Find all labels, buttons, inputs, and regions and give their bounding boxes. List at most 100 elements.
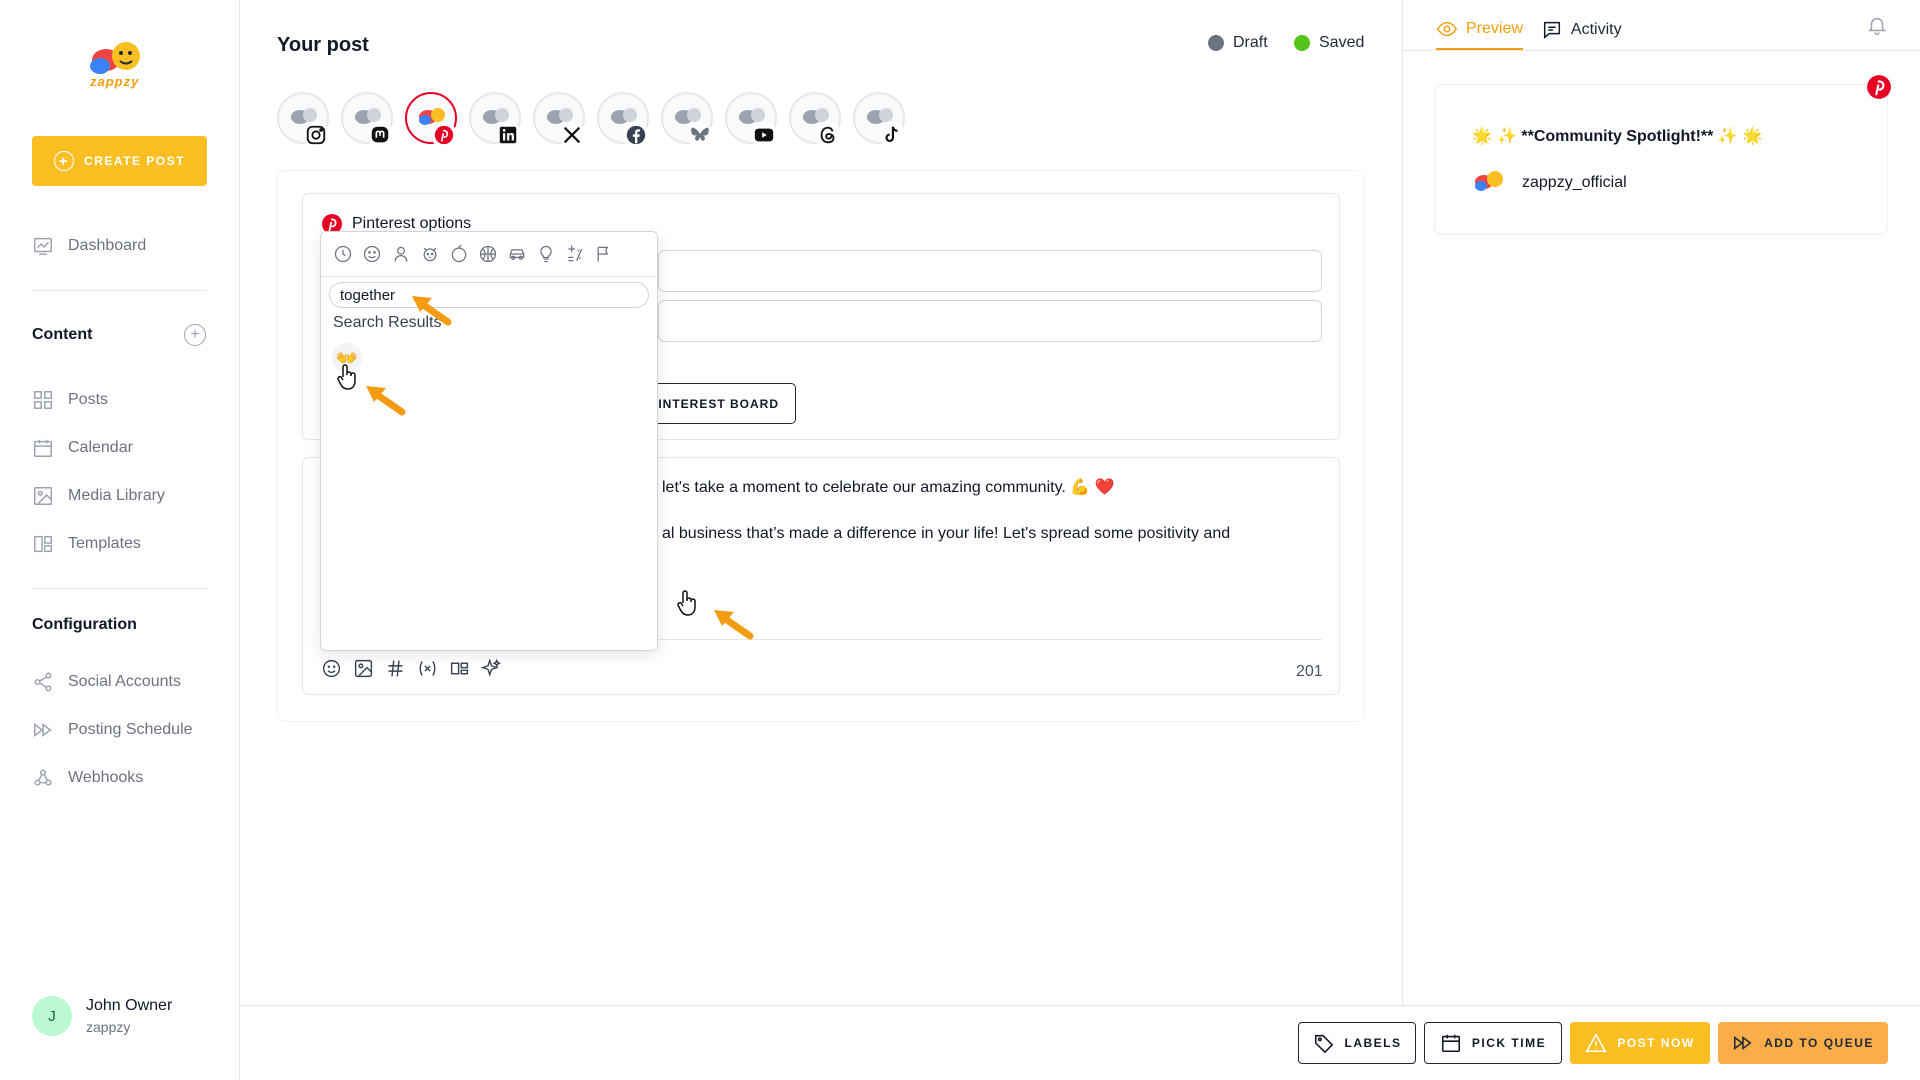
user-profile[interactable]: J John Owner zappzy [32, 996, 172, 1036]
linkedin-badge [495, 122, 521, 148]
channel-pinterest[interactable] [405, 92, 457, 148]
preview-emoji: 🌟 ✨ [1472, 126, 1517, 145]
bell-icon[interactable] [1866, 14, 1888, 36]
add-content-icon[interactable]: + [184, 324, 206, 346]
editor-toolbar [320, 657, 502, 679]
person-icon[interactable] [391, 244, 411, 264]
character-count: 201 [1296, 663, 1323, 680]
lightbulb-icon[interactable] [536, 244, 556, 264]
preview-username: zappzy_official [1522, 174, 1627, 191]
linkedin-icon [499, 126, 517, 144]
sidebar-item-dashboard[interactable]: Dashboard [32, 234, 146, 258]
sidebar-item-calendar[interactable]: Calendar [32, 436, 133, 460]
eye-icon [1436, 21, 1458, 37]
tab-label: Activity [1570, 21, 1622, 38]
channel-linkedin[interactable] [469, 92, 521, 148]
tab-label: Preview [1466, 20, 1523, 37]
avatar: J [32, 996, 72, 1036]
x-badge [559, 122, 585, 148]
create-post-button[interactable]: + CREATE POST [32, 136, 207, 186]
share-icon [34, 672, 52, 692]
car-icon[interactable] [507, 244, 527, 264]
sidebar-item-label: Posts [68, 391, 109, 408]
sidebar-item-templates[interactable]: Templates [32, 532, 141, 556]
content-section-title: Content [32, 326, 93, 343]
channel-tiktok[interactable] [853, 92, 905, 148]
dashboard-icon [34, 237, 52, 255]
ai-assist-button[interactable] [480, 657, 502, 679]
youtube-icon [754, 128, 774, 142]
hashtag-button[interactable] [384, 657, 406, 679]
channel-youtube[interactable] [725, 92, 777, 148]
select-board-button[interactable]: INTEREST BOARD [650, 383, 796, 424]
post-now-label: POST NOW [1617, 1036, 1695, 1050]
mastodon-icon [371, 126, 389, 143]
sidebar-item-label: Media Library [68, 487, 165, 504]
calendar-icon [1441, 1034, 1460, 1053]
emoji-button[interactable] [320, 657, 342, 679]
clock-icon[interactable] [333, 244, 353, 264]
emoji-picker: Search Results 👐 [320, 231, 658, 651]
channel-selector [277, 92, 905, 148]
calendar-icon [34, 439, 52, 457]
instagram-badge [303, 122, 329, 148]
instagram-icon [306, 125, 326, 145]
warning-icon [1585, 1033, 1607, 1053]
insert-image-button[interactable] [352, 657, 374, 679]
pinterest-icon [434, 125, 454, 145]
editor-line: let's take a moment to celebrate our ama… [662, 479, 1115, 496]
sidebar-item-social-accounts[interactable]: Social Accounts [32, 670, 181, 694]
post-preview-card [1434, 84, 1888, 234]
channel-bluesky[interactable] [661, 92, 713, 148]
preview-emoji: ✨ 🌟 [1717, 126, 1763, 145]
tab-activity[interactable]: Activity [1541, 18, 1622, 50]
status-label: Saved [1319, 34, 1365, 51]
status-label: Draft [1233, 34, 1268, 51]
user-name: John Owner [86, 997, 173, 1014]
sidebar-item-webhooks[interactable]: Webhooks [32, 766, 143, 790]
channel-threads[interactable] [789, 92, 841, 148]
channel-x[interactable] [533, 92, 585, 148]
facebook-icon [626, 125, 646, 145]
post-now-button[interactable]: POST NOW [1570, 1022, 1710, 1064]
channel-facebook[interactable] [597, 92, 649, 148]
tag-icon [1314, 1034, 1333, 1054]
channel-mastodon[interactable] [341, 92, 393, 148]
fast-forward-icon [34, 723, 52, 737]
sidebar-item-posting-schedule[interactable]: Posting Schedule [32, 718, 193, 742]
sports-ball-icon[interactable] [478, 244, 498, 264]
sidebar-item-label: Webhooks [68, 769, 144, 786]
sidebar-item-label: Calendar [68, 439, 133, 456]
emoji-search-input[interactable] [329, 282, 649, 308]
youtube-badge [751, 122, 777, 148]
pin-title-input[interactable] [658, 250, 1322, 292]
grid-icon [34, 391, 52, 409]
pin-link-input[interactable] [658, 300, 1322, 342]
user-org: zappzy [86, 1019, 131, 1035]
sidebar-item-media-library[interactable]: Media Library [32, 484, 165, 508]
annotation-arrow-icon [412, 296, 452, 326]
animal-icon[interactable] [420, 244, 440, 264]
smiley-icon[interactable] [362, 244, 382, 264]
labels-button[interactable]: LABELS [1298, 1022, 1416, 1064]
hashtag-icon [388, 660, 402, 676]
food-icon[interactable] [449, 244, 469, 264]
flag-icon[interactable] [594, 244, 614, 264]
labels-label: LABELS [1344, 1036, 1402, 1050]
symbols-icon[interactable] [565, 244, 585, 264]
sidebar-divider [32, 290, 207, 291]
tab-preview[interactable]: Preview [1436, 18, 1523, 50]
add-to-queue-button[interactable]: ADD TO QUEUE [1718, 1022, 1888, 1064]
editor-line: al business that’s made a difference in … [662, 525, 1231, 542]
sidebar-item-label: Posting Schedule [68, 721, 193, 738]
x-icon [563, 126, 581, 144]
sidebar-item-posts[interactable]: Posts [32, 388, 108, 412]
variable-button[interactable] [416, 657, 438, 679]
channel-instagram[interactable] [277, 92, 329, 148]
picker-divider [321, 276, 657, 277]
preview-post-text: 🌟 ✨ **Community Spotlight!** ✨ 🌟 [1472, 126, 1763, 146]
pick-time-button[interactable]: PICK TIME [1424, 1022, 1562, 1064]
template-button[interactable] [448, 657, 470, 679]
preview-heading: **Community Spotlight!** [1521, 128, 1714, 145]
sidebar-item-label: Templates [68, 535, 141, 552]
